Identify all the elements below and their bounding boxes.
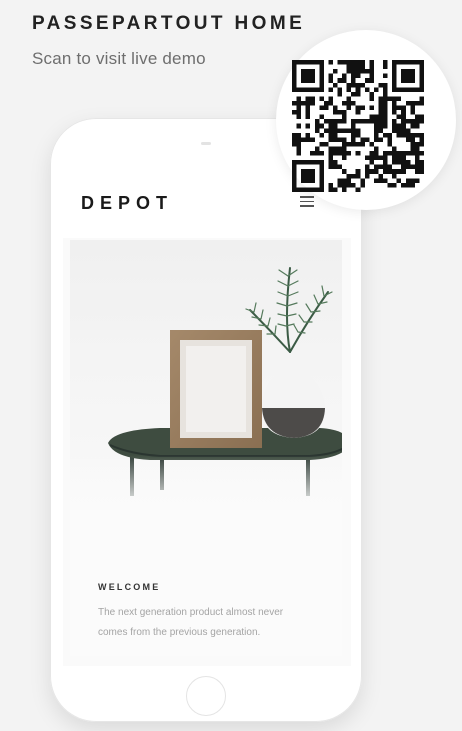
promo-subtitle: Scan to visit live demo (32, 49, 206, 68)
hero-slide[interactable]: WELCOME The next generation product almo… (70, 240, 342, 656)
qr-code-icon[interactable] (292, 60, 424, 192)
promo-title: PASSEPARTOUT HOME (32, 13, 306, 34)
phone-home-button (186, 676, 226, 716)
hamburger-menu-icon[interactable] (300, 196, 314, 207)
promo-canvas: PASSEPARTOUT HOME Scan to visit live dem… (0, 0, 462, 731)
phone-screen: DEPOT WELCOME The next generation produc… (63, 168, 351, 666)
hero-caption-text: The next generation product almost never… (98, 607, 284, 638)
hero-caption-title: WELCOME (98, 582, 161, 592)
hero-image (70, 240, 342, 510)
phone-speaker (201, 142, 211, 145)
site-logo[interactable]: DEPOT (81, 193, 173, 214)
